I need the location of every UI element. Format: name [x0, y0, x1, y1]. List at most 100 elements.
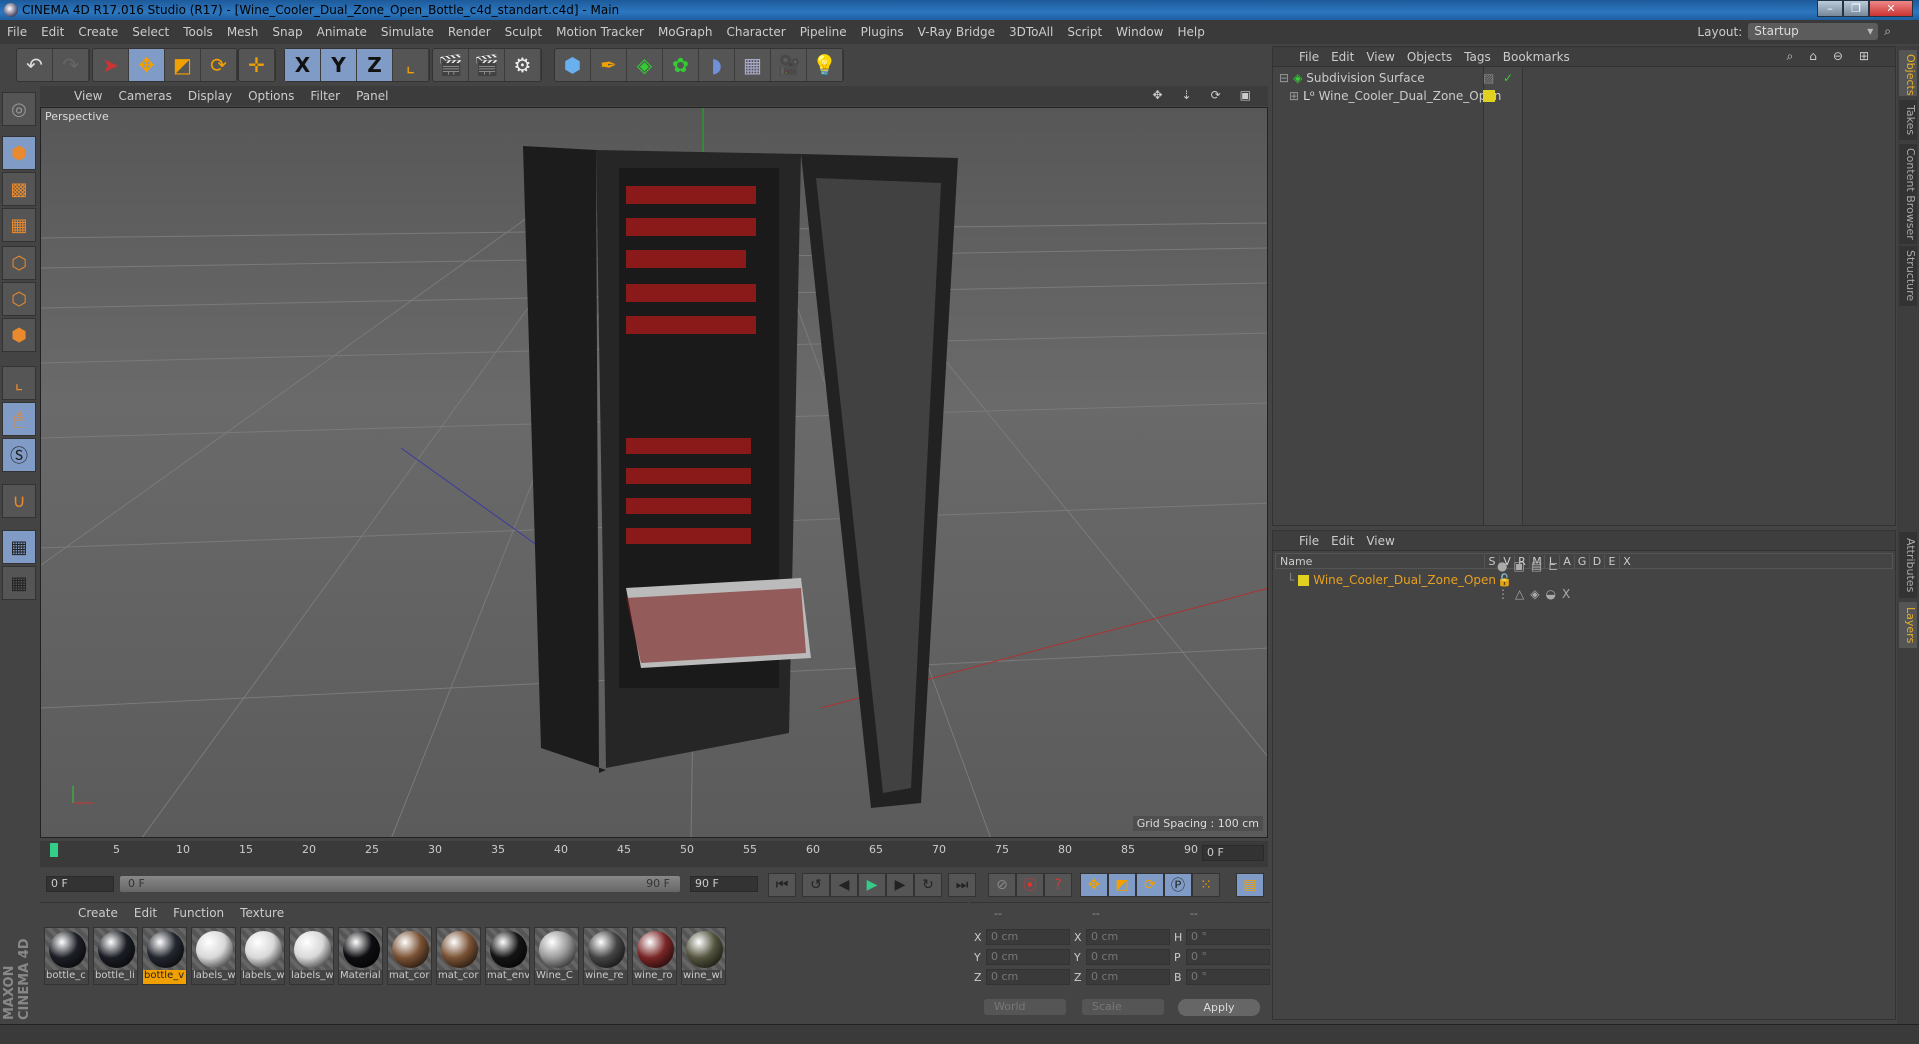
mat-menu-create[interactable]: Create: [70, 906, 126, 920]
material-swatch[interactable]: mat_cor: [387, 927, 432, 985]
maximize-button[interactable]: ❐: [1843, 0, 1869, 17]
cloner-icon[interactable]: ✿: [663, 49, 699, 81]
vp-menu-filter[interactable]: Filter: [302, 89, 348, 103]
material-swatch[interactable]: mat_env: [485, 927, 530, 985]
start-frame-field[interactable]: 0 F: [46, 876, 114, 892]
object-name[interactable]: Subdivision Surface: [1306, 71, 1424, 85]
layer-column-header[interactable]: Name: [1276, 555, 1484, 568]
obj-menu-objects[interactable]: Objects: [1401, 50, 1458, 64]
menu-vray-bridge[interactable]: V-Ray Bridge: [911, 25, 1002, 39]
material-swatch[interactable]: bottle_v: [142, 927, 187, 985]
material-swatch[interactable]: wine_ro: [632, 927, 677, 985]
points-mode-icon[interactable]: ⬡: [2, 246, 36, 280]
next-frame-button[interactable]: ▶: [886, 873, 914, 897]
tab-layers[interactable]: Layers: [1899, 602, 1917, 648]
menu-select[interactable]: Select: [125, 25, 176, 39]
material-swatch[interactable]: wine_re: [583, 927, 628, 985]
prev-key-button[interactable]: ↺: [802, 873, 830, 897]
collapse-icon[interactable]: ⊟: [1279, 71, 1289, 85]
render-view-icon[interactable]: 🎬: [433, 49, 469, 81]
close-button[interactable]: ✕: [1869, 0, 1913, 17]
tweak-mode-icon[interactable]: 🖱: [2, 402, 36, 436]
menu-create[interactable]: Create: [71, 25, 125, 39]
make-editable-icon[interactable]: ◎: [2, 92, 36, 126]
perspective-viewport[interactable]: Perspective Grid Spacing : 100 cm: [40, 107, 1268, 838]
new-view-icon[interactable]: ⊞: [1853, 49, 1879, 63]
goto-start-button[interactable]: ⏮: [768, 873, 796, 897]
record-disabled-button[interactable]: ⊘: [988, 873, 1016, 897]
move-icon[interactable]: ✥: [129, 49, 165, 81]
tab-content-browser[interactable]: Content Browser: [1899, 144, 1917, 244]
animation-toggle[interactable]: ⋮: [1497, 587, 1515, 601]
layer-color-swatch[interactable]: [1483, 90, 1495, 102]
material-swatch[interactable]: wine_wl: [681, 927, 726, 985]
material-swatch[interactable]: labels_w: [191, 927, 236, 985]
lock-toggle[interactable]: 🔓: [1497, 573, 1518, 587]
layer-name[interactable]: Wine_Cooler_Dual_Zone_Open: [1313, 573, 1496, 587]
move-alt-icon[interactable]: ✛: [239, 49, 275, 81]
vp-menu-options[interactable]: Options: [240, 89, 302, 103]
current-frame-field[interactable]: 0 F: [1202, 845, 1264, 861]
keyframe-help-button[interactable]: ?: [1044, 873, 1072, 897]
obj-menu-bookmarks[interactable]: Bookmarks: [1497, 50, 1576, 64]
expressions-toggle[interactable]: ◒: [1545, 587, 1561, 601]
material-swatch[interactable]: Wine_C: [534, 927, 579, 985]
object-name[interactable]: Wine_Cooler_Dual_Zone_Open: [1319, 89, 1502, 103]
frame-range-slider[interactable]: 0 F 90 F: [120, 876, 680, 892]
menu-sculpt[interactable]: Sculpt: [498, 25, 549, 39]
search-icon[interactable]: ⌕: [1781, 49, 1804, 63]
menu-edit[interactable]: Edit: [34, 25, 71, 39]
solo-toggle[interactable]: ●: [1497, 559, 1513, 573]
layer-column-header[interactable]: X: [1619, 554, 1634, 568]
model-mode-icon[interactable]: ⬢: [2, 136, 36, 170]
expand-icon[interactable]: ⊞: [1289, 89, 1299, 103]
menu-animate[interactable]: Animate: [310, 25, 374, 39]
material-swatch[interactable]: labels_w: [240, 927, 285, 985]
menu-character[interactable]: Character: [719, 25, 792, 39]
undo-icon[interactable]: ↶: [17, 49, 53, 81]
rotation-h-field[interactable]: 0 °: [1186, 929, 1270, 945]
select-arrow-icon[interactable]: ➤: [93, 49, 129, 81]
x-axis-icon[interactable]: X: [285, 49, 321, 81]
render-toggle[interactable]: ▤: [1531, 559, 1548, 573]
menu-script[interactable]: Script: [1060, 25, 1109, 39]
position-y-field[interactable]: 0 cm: [986, 949, 1070, 965]
coord-transform-dropdown[interactable]: Scale: [1082, 999, 1164, 1015]
floor-icon[interactable]: ▦: [735, 49, 771, 81]
layer-column-header[interactable]: G: [1574, 554, 1589, 568]
goto-end-button[interactable]: ⏭: [948, 873, 976, 897]
key-position-button[interactable]: ✥: [1080, 873, 1108, 897]
generators-toggle[interactable]: △: [1515, 587, 1530, 601]
playhead[interactable]: [50, 843, 58, 857]
search-icon[interactable]: ⌕: [1884, 24, 1891, 39]
planar-workplane-icon[interactable]: ▦: [2, 566, 36, 600]
dolly-icon[interactable]: ⇣: [1174, 88, 1203, 102]
rotation-p-field[interactable]: 0 °: [1186, 949, 1270, 965]
menu-3dtoall[interactable]: 3DToAll: [1002, 25, 1060, 39]
menu-snap[interactable]: Snap: [265, 25, 309, 39]
camera-icon[interactable]: 🎥: [771, 49, 807, 81]
home-icon[interactable]: ⌂: [1803, 49, 1827, 63]
layout-dropdown[interactable]: Startup: [1748, 23, 1879, 40]
size-x-field[interactable]: 0 cm: [1086, 929, 1170, 945]
rotation-b-field[interactable]: 0 °: [1186, 969, 1270, 985]
position-z-field[interactable]: 0 cm: [986, 969, 1070, 985]
edges-mode-icon[interactable]: ⬡: [2, 282, 36, 316]
menu-window[interactable]: Window: [1109, 25, 1170, 39]
render-settings-icon[interactable]: ⚙: [505, 49, 541, 81]
cube-icon[interactable]: ⬢: [555, 49, 591, 81]
maximize-view-icon[interactable]: ▣: [1232, 88, 1262, 102]
mat-menu-edit[interactable]: Edit: [126, 906, 165, 920]
obj-menu-file[interactable]: File: [1293, 50, 1325, 64]
next-key-button[interactable]: ↻: [914, 873, 942, 897]
timeline-window-button[interactable]: ▤: [1236, 873, 1264, 897]
menu-tools[interactable]: Tools: [176, 25, 220, 39]
layer-menu-view[interactable]: View: [1360, 534, 1400, 548]
pen-spline-icon[interactable]: ✒: [591, 49, 627, 81]
deformer-icon[interactable]: ◗: [699, 49, 735, 81]
obj-menu-tags[interactable]: Tags: [1458, 50, 1497, 64]
material-swatch[interactable]: mat_cor: [436, 927, 481, 985]
key-parameter-button[interactable]: Ⓟ: [1164, 873, 1192, 897]
workplane-icon[interactable]: ▦: [2, 208, 36, 242]
scale-icon[interactable]: ◩: [165, 49, 201, 81]
